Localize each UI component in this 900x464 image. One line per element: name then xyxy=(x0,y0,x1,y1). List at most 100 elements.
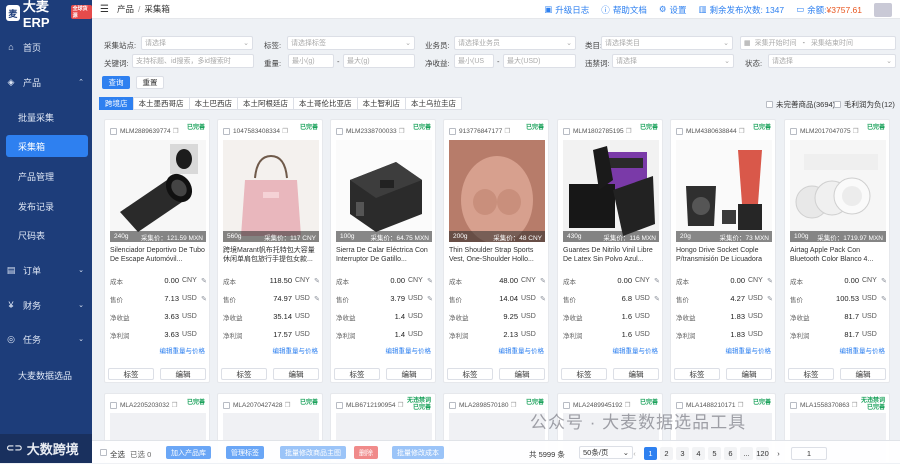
product-image-frame[interactable]: 100g 采集价：64.75 MXN xyxy=(336,140,432,242)
product-checkbox[interactable] xyxy=(223,401,230,409)
edit-icon[interactable]: ✎ xyxy=(879,277,887,285)
delete-button[interactable]: 删除 xyxy=(354,446,378,459)
product-checkbox[interactable] xyxy=(110,127,117,135)
next-page-icon[interactable]: › xyxy=(772,447,785,460)
site-select[interactable]: 请选择 ⌄ xyxy=(141,36,253,50)
app-logo[interactable]: 麦 大麦ERP 全球货源 xyxy=(0,0,92,30)
tag-button[interactable]: 标签 xyxy=(788,368,834,380)
edit-weight-price-link[interactable]: 编辑重量与价格 xyxy=(273,345,319,355)
sidebar-item-product-manage[interactable]: 产品管理 xyxy=(0,169,92,183)
tab-cross-border[interactable]: 跨境店 xyxy=(99,97,134,110)
edit-icon[interactable]: ✎ xyxy=(199,277,207,285)
tab-chile[interactable]: 本土智利店 xyxy=(356,97,406,110)
product-title[interactable]: Thin Shoulder Strap Sports Vest, One-Sho… xyxy=(449,246,547,264)
breadcrumb-products[interactable]: 产品 xyxy=(117,3,134,15)
copy-icon[interactable]: ❐ xyxy=(398,401,404,409)
edit-icon[interactable]: ✎ xyxy=(312,295,320,303)
edit-icon[interactable]: ✎ xyxy=(425,295,433,303)
tag-button[interactable]: 标签 xyxy=(561,368,607,380)
product-card[interactable]: MLM2889639774 ❐ 已完善 240g 采集价：121.59 MXN Si… xyxy=(104,119,210,383)
sidebar-item-finance[interactable]: ¥ 财务 ⌄ xyxy=(0,298,92,312)
edit-button[interactable]: 编辑 xyxy=(726,368,772,380)
sidebar-item-publish-log[interactable]: 发布记录 xyxy=(0,199,92,213)
tab-argentina[interactable]: 本土阿根廷店 xyxy=(237,97,294,110)
product-card[interactable]: MLM1802785195 ❐ 已完善 430g 采集价：116 MXN Guant… xyxy=(557,119,663,383)
goto-page-input[interactable]: 1 xyxy=(791,447,827,460)
date-range-picker[interactable]: ▦ 采集开始时间 - 采集结束时间 xyxy=(740,36,896,50)
tab-mexico[interactable]: 本土墨西哥店 xyxy=(132,97,190,110)
product-image-frame[interactable]: 20g 采集价：73 MXN xyxy=(676,140,772,242)
product-checkbox[interactable] xyxy=(336,127,343,135)
product-title[interactable]: 跨境Marant帆布托特包大容量休闲单肩包旅行手提包女款... xyxy=(223,246,321,264)
product-image-frame[interactable]: 240g 采集价：121.59 MXN xyxy=(110,140,206,242)
copy-icon[interactable]: ❐ xyxy=(172,401,178,409)
product-id[interactable]: 913776847177 ❐ xyxy=(449,127,510,135)
page-ellipsis[interactable]: ... xyxy=(740,447,753,460)
copy-icon[interactable]: ❐ xyxy=(285,401,291,409)
edit-button[interactable]: 编辑 xyxy=(840,368,886,380)
negative-margin-filter[interactable]: 毛利润为负(12) xyxy=(834,99,895,110)
sidebar-item-size-chart[interactable]: 尺码表 xyxy=(0,228,92,242)
profit-max-input[interactable]: 最大(USD) xyxy=(503,54,576,68)
product-checkbox[interactable] xyxy=(790,127,797,135)
edit-icon[interactable]: ✎ xyxy=(538,295,546,303)
edit-weight-price-link[interactable]: 编辑重量与价格 xyxy=(840,345,886,355)
page-button[interactable]: 1 xyxy=(644,447,657,460)
tag-button[interactable]: 标签 xyxy=(447,368,493,380)
product-card[interactable]: MLM2017047075 ❐ 已完善 100g 采集价：1719.97 MXN A… xyxy=(784,119,890,383)
edit-weight-price-link[interactable]: 编辑重量与价格 xyxy=(386,345,432,355)
edit-button[interactable]: 编辑 xyxy=(273,368,319,380)
sidebar-item-data-select[interactable]: 大麦数据选品 xyxy=(0,368,92,382)
product-id[interactable]: MLM2338700033 ❐ xyxy=(336,127,404,135)
balance[interactable]: ▭ 余额: ¥3757.61 xyxy=(796,4,862,16)
product-checkbox[interactable] xyxy=(336,401,343,409)
edit-icon[interactable]: ✎ xyxy=(199,295,207,303)
tab-brazil[interactable]: 本土巴西店 xyxy=(188,97,238,110)
weight-min-input[interactable]: 最小(g) xyxy=(288,54,334,68)
product-checkbox[interactable] xyxy=(563,127,570,135)
product-image-frame[interactable]: 200g 采集价：48 CNY xyxy=(449,140,545,242)
edit-weight-price-link[interactable]: 编辑重量与价格 xyxy=(499,345,545,355)
staff-select[interactable]: 请选择业务员 ⌄ xyxy=(454,36,576,50)
copy-icon[interactable]: ❐ xyxy=(739,127,745,135)
edit-button[interactable]: 编辑 xyxy=(160,368,206,380)
edit-icon[interactable]: ✎ xyxy=(652,277,660,285)
product-card[interactable]: 913776847177 ❐ 已完善 200g 采集价：48 CNY Thin Sh… xyxy=(443,119,549,383)
product-checkbox[interactable] xyxy=(790,401,797,409)
product-title[interactable]: Sierra De Calar Eléctrica Con Interrupto… xyxy=(336,246,434,264)
product-id[interactable]: MLM1802785195 ❐ xyxy=(563,127,631,135)
checkbox[interactable] xyxy=(766,101,773,108)
product-title[interactable]: Airtag Apple Pack Con Bluetooth Color Bl… xyxy=(790,246,888,264)
checkbox[interactable] xyxy=(834,101,841,108)
edit-icon[interactable]: ✎ xyxy=(312,277,320,285)
product-checkbox[interactable] xyxy=(449,127,456,135)
copy-icon[interactable]: ❐ xyxy=(853,127,859,135)
product-card[interactable]: MLM4380638844 ❐ 已完善 20g 采集价：73 MXN Hongo D… xyxy=(670,119,776,383)
edit-button[interactable]: 编辑 xyxy=(613,368,659,380)
copy-icon[interactable]: ❐ xyxy=(511,401,517,409)
page-button[interactable]: 120 xyxy=(756,447,769,460)
category-select[interactable]: 请选择类目 ⌄ xyxy=(601,36,733,50)
tag-button[interactable]: 标签 xyxy=(674,368,720,380)
reset-button[interactable]: 重置 xyxy=(136,76,164,89)
product-title[interactable]: Guantes De Nitrilo Vinil Libre De Latex … xyxy=(563,246,661,264)
sidebar-item-tasks[interactable]: ◎ 任务 ⌄ xyxy=(0,332,92,346)
tab-colombia[interactable]: 本土哥伦比亚店 xyxy=(293,97,358,110)
upgrade-log-link[interactable]: ▣ 升级日志 xyxy=(544,4,589,16)
page-button[interactable]: 2 xyxy=(660,447,673,460)
select-all-checkbox[interactable] xyxy=(100,449,107,456)
edit-icon[interactable]: ✎ xyxy=(538,277,546,285)
add-to-library-button[interactable]: 加入产品库 xyxy=(166,446,211,459)
edit-weight-price-link[interactable]: 编辑重量与价格 xyxy=(726,345,772,355)
manage-tags-button[interactable]: 管理标签 xyxy=(226,446,264,459)
edit-button[interactable]: 编辑 xyxy=(386,368,432,380)
sidebar-item-home[interactable]: ⌂ 首页 xyxy=(0,40,92,54)
copy-icon[interactable]: ❐ xyxy=(504,127,510,135)
search-button[interactable]: 查询 xyxy=(102,76,130,89)
copy-icon[interactable]: ❐ xyxy=(173,127,179,135)
product-id[interactable]: MLM2889639774 ❐ xyxy=(110,127,178,135)
page-button[interactable]: 5 xyxy=(708,447,721,460)
keyword-input[interactable]: 支持标题、id搜索，多id搜索时 xyxy=(132,54,254,68)
edit-icon[interactable]: ✎ xyxy=(765,277,773,285)
tag-select[interactable]: 请选择标签 ⌄ xyxy=(287,36,415,50)
